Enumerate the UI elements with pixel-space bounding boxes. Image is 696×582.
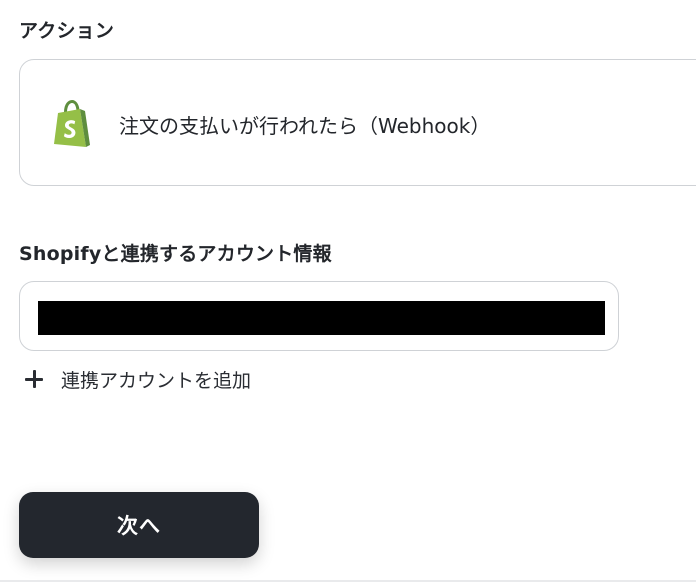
- account-select[interactable]: [19, 281, 619, 351]
- account-section-title: Shopifyと連携するアカウント情報: [19, 243, 332, 265]
- action-section-title: アクション: [19, 20, 115, 42]
- flow-settings-page: アクション 注文の支払いが行われたら（Webhook） Shopifyと連携する…: [0, 0, 696, 582]
- account-value-redacted: [38, 301, 605, 335]
- next-button[interactable]: 次へ: [19, 492, 259, 558]
- action-label: 注文の支払いが行われたら（Webhook）: [119, 114, 491, 138]
- shopify-bag-icon: [54, 100, 90, 147]
- add-account-button[interactable]: 連携アカウントを追加: [24, 365, 251, 393]
- add-account-label: 連携アカウントを追加: [61, 369, 252, 392]
- plus-icon: [24, 369, 44, 389]
- action-card[interactable]: 注文の支払いが行われたら（Webhook）: [19, 59, 696, 186]
